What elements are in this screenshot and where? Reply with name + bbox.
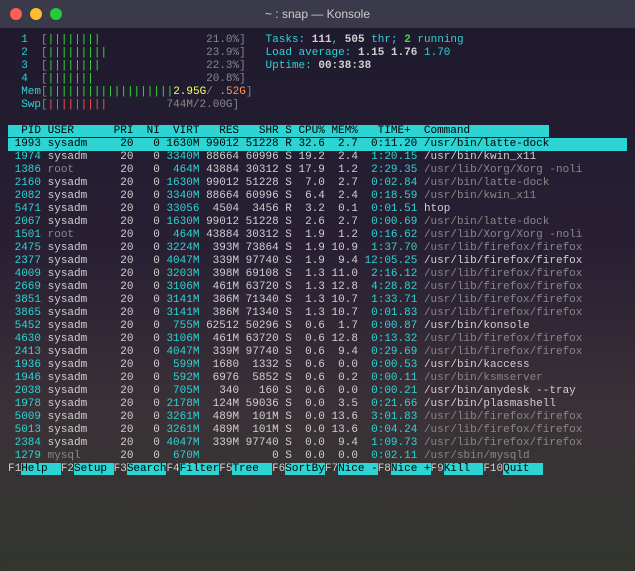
fkey-F10: F10 [483,463,503,475]
process-row[interactable]: 2413 sysadm 20 0 4047M 339M 97740 S 0.6 … [8,346,627,359]
swp-meter: Swp[||||||||| 744M/2.00G] [8,99,627,112]
process-row[interactable]: 2669 sysadm 20 0 3106M 461M 63720 S 1.3 … [8,281,627,294]
fkey-label-F6[interactable]: SortBy [285,463,325,475]
process-row[interactable]: 1501 root 20 0 464M 43884 30312 S 1.9 1.… [8,229,627,242]
fkey-F1: F1 [8,463,21,475]
column-header[interactable]: PID USER PRI NI VIRT RES SHR S CPU% MEM%… [8,125,549,137]
fkey-label-F7[interactable]: Nice - [338,463,378,475]
process-row[interactable]: 2384 sysadm 20 0 4047M 339M 97740 S 0.0 … [8,437,627,450]
process-row[interactable]: 4009 sysadm 20 0 3203M 398M 69108 S 1.3 … [8,268,627,281]
process-row[interactable]: 3865 sysadm 20 0 3141M 386M 71340 S 1.3 … [8,307,627,320]
process-row[interactable]: 2067 sysadm 20 0 1630M 99012 51228 S 2.6… [8,216,627,229]
terminal[interactable]: 1 [|||||||| 21.0%] Tasks: 111, 505 thr; … [0,28,635,571]
fkey-label-F9[interactable]: Kill [444,463,484,475]
window-title: ~ : snap — Konsole [265,7,370,21]
process-row[interactable]: 1386 root 20 0 464M 43884 30312 S 17.9 1… [8,164,627,177]
fkey-label-F8[interactable]: Nice + [391,463,431,475]
fkey-F4: F4 [166,463,179,475]
cpu-meter-4: 4 [||||||| 20.8%] [8,73,627,86]
fkey-F6: F6 [272,463,285,475]
fkey-F3: F3 [114,463,127,475]
process-row[interactable]: 2475 sysadm 20 0 3224M 393M 73864 S 1.9 … [8,242,627,255]
mem-meter: Mem[|||||||||||||||||||2.95G/ .52G] [8,86,627,99]
process-row[interactable]: 5471 sysadm 20 0 33056 4504 3456 R 3.2 0… [8,203,627,216]
process-row[interactable]: 1946 sysadm 20 0 592M 6976 5852 S 0.6 0.… [8,372,627,385]
fkey-F9: F9 [431,463,444,475]
fkey-label-F1[interactable]: Help [21,463,61,475]
process-row[interactable]: 1974 sysadm 20 0 3340M 88664 60996 S 19.… [8,151,627,164]
function-bar: F1Help F2Setup F3SearchF4FilterF5Tree F6… [8,463,543,475]
fkey-label-F10[interactable]: Quit [503,463,543,475]
process-row[interactable]: 5013 sysadm 20 0 3261M 489M 101M S 0.0 1… [8,424,627,437]
process-row[interactable]: 5009 sysadm 20 0 3261M 489M 101M S 0.0 1… [8,411,627,424]
fkey-label-F4[interactable]: Filter [180,463,220,475]
process-row[interactable]: 1279 mysql 20 0 670M 0 S 0.0 0.0 0:02.11… [8,450,627,463]
process-row[interactable]: 5452 sysadm 20 0 755M 62512 50296 S 0.6 … [8,320,627,333]
process-row[interactable]: 1978 sysadm 20 0 2178M 124M 59036 S 0.0 … [8,398,627,411]
cpu-meter-1: 1 [|||||||| 21.0%] Tasks: 111, 505 thr; … [8,34,627,47]
process-row[interactable]: 2160 sysadm 20 0 1630M 99012 51228 S 7.0… [8,177,627,190]
fkey-label-F3[interactable]: Search [127,463,167,475]
cpu-meter-2: 2 [||||||||| 23.9%] Load average: 1.15 1… [8,47,627,60]
process-row[interactable]: 1993 sysadm 20 0 1630M 99012 51228 R 32.… [8,138,627,151]
process-row[interactable]: 3851 sysadm 20 0 3141M 386M 71340 S 1.3 … [8,294,627,307]
konsole-window: ~ : snap — Konsole 1 [|||||||| 21.0%] Ta… [0,0,635,571]
fkey-F5: F5 [219,463,232,475]
process-row[interactable]: 1936 sysadm 20 0 599M 1680 1332 S 0.6 0.… [8,359,627,372]
minimize-icon[interactable] [30,8,42,20]
fkey-F7: F7 [325,463,338,475]
cpu-meter-3: 3 [|||||||| 22.3%] Uptime: 00:38:38 [8,60,627,73]
process-row[interactable]: 4630 sysadm 20 0 3106M 461M 63720 S 0.6 … [8,333,627,346]
process-row[interactable]: 2082 sysadm 20 0 3340M 88664 60996 S 6.4… [8,190,627,203]
maximize-icon[interactable] [50,8,62,20]
fkey-F8: F8 [378,463,391,475]
process-row[interactable]: 2038 sysadm 20 0 705M 340 160 S 0.6 0.0 … [8,385,627,398]
fkey-label-F2[interactable]: Setup [74,463,114,475]
titlebar: ~ : snap — Konsole [0,0,635,28]
close-icon[interactable] [10,8,22,20]
fkey-label-F5[interactable]: Tree [232,463,272,475]
fkey-F2: F2 [61,463,74,475]
process-row[interactable]: 2377 sysadm 20 0 4047M 339M 97740 S 1.9 … [8,255,627,268]
